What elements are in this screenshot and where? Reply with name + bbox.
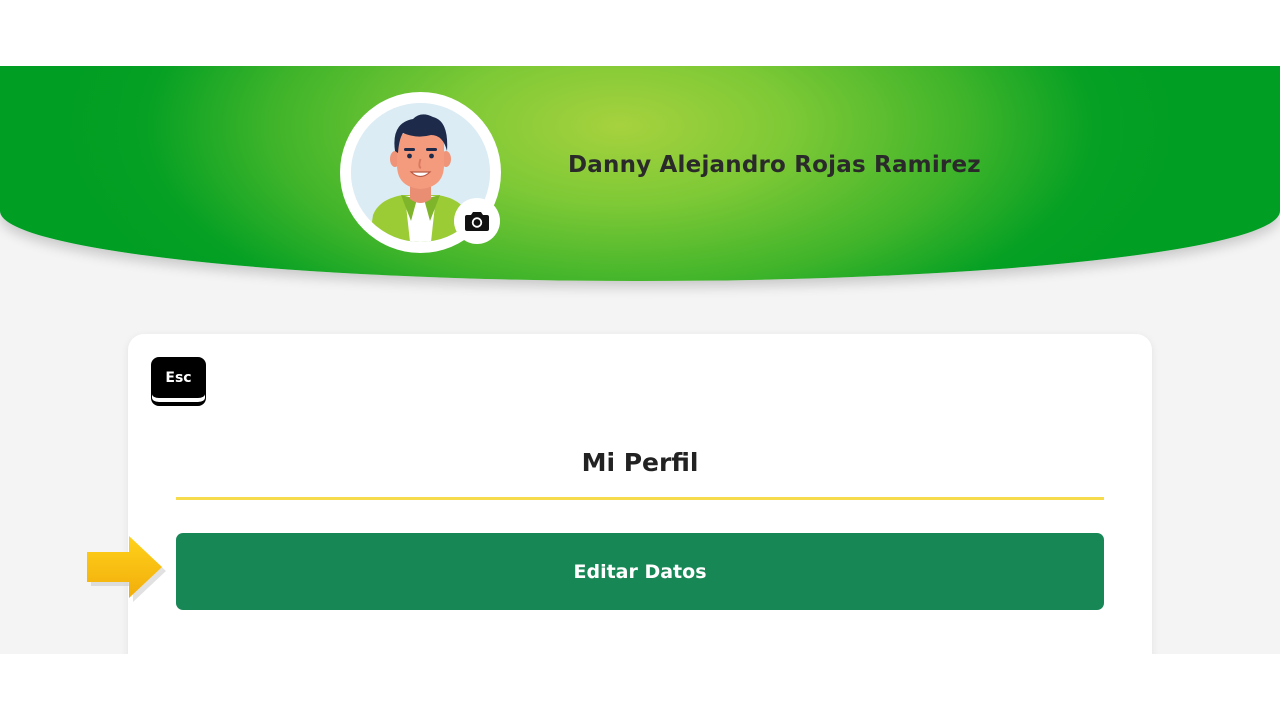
title-divider bbox=[176, 497, 1104, 500]
arrow-right-icon bbox=[87, 536, 166, 602]
profile-user-name: Danny Alejandro Rojas Ramirez bbox=[568, 152, 981, 178]
camera-icon bbox=[465, 212, 489, 231]
profile-card: Esc Mi Perfil Editar Datos bbox=[128, 334, 1152, 654]
page-title: Mi Perfil bbox=[581, 448, 699, 477]
change-photo-button[interactable] bbox=[454, 198, 500, 244]
esc-button[interactable]: Esc bbox=[152, 358, 205, 405]
screenshot-stage: Danny Alejandro Rojas Ramirez Esc Mi Per… bbox=[0, 0, 1280, 720]
app-viewport: Danny Alejandro Rojas Ramirez Esc Mi Per… bbox=[0, 66, 1280, 654]
edit-data-button[interactable]: Editar Datos bbox=[176, 533, 1104, 610]
